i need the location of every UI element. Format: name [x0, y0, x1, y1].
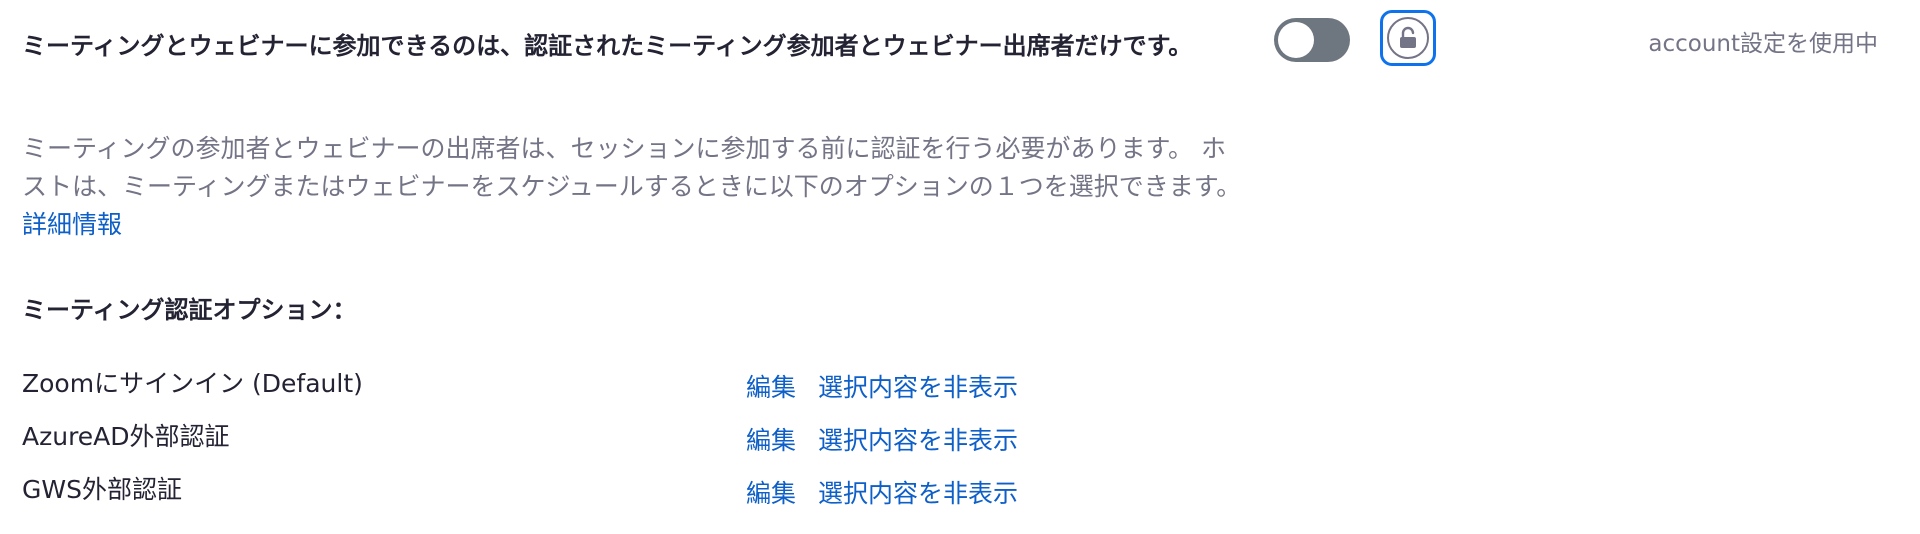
- learn-more-link[interactable]: 詳細情報: [22, 210, 122, 239]
- hide-selection-link[interactable]: 選択内容を非表示: [818, 421, 1018, 457]
- hide-selection-link[interactable]: 選択内容を非表示: [818, 368, 1018, 404]
- option-label: AzureAD外部認証: [22, 422, 230, 451]
- option-row-gws: GWS外部認証 編集 選択内容を非表示: [22, 470, 1122, 510]
- unlock-icon: [1387, 17, 1429, 59]
- description-text: ミーティングの参加者とウェビナーの出席者は、セッションに参加する前に認証を行う必…: [22, 134, 1242, 201]
- edit-link[interactable]: 編集: [746, 474, 796, 510]
- meeting-authentication-setting: ミーティングとウェビナーに参加できるのは、認証されたミーティング参加者とウェビナ…: [0, 0, 1920, 534]
- edit-link[interactable]: 編集: [746, 421, 796, 457]
- setting-title: ミーティングとウェビナーに参加できるのは、認証されたミーティング参加者とウェビナ…: [22, 32, 1193, 60]
- setting-description: ミーティングの参加者とウェビナーの出席者は、セッションに参加する前に認証を行う必…: [22, 130, 1250, 244]
- edit-link[interactable]: 編集: [746, 368, 796, 404]
- option-label: GWS外部認証: [22, 475, 182, 504]
- setting-toggle[interactable]: [1274, 18, 1350, 62]
- option-label: Zoomにサインイン (Default): [22, 369, 363, 398]
- option-row-zoom-signin: Zoomにサインイン (Default) 編集 選択内容を非表示: [22, 364, 1122, 404]
- toggle-knob: [1278, 22, 1314, 58]
- lock-button[interactable]: [1380, 10, 1436, 66]
- option-row-azuread: AzureAD外部認証 編集 選択内容を非表示: [22, 417, 1122, 457]
- hide-selection-link[interactable]: 選択内容を非表示: [818, 474, 1018, 510]
- status-text: account設定を使用中: [1648, 31, 1878, 57]
- options-heading: ミーティング認証オプション：: [22, 296, 357, 324]
